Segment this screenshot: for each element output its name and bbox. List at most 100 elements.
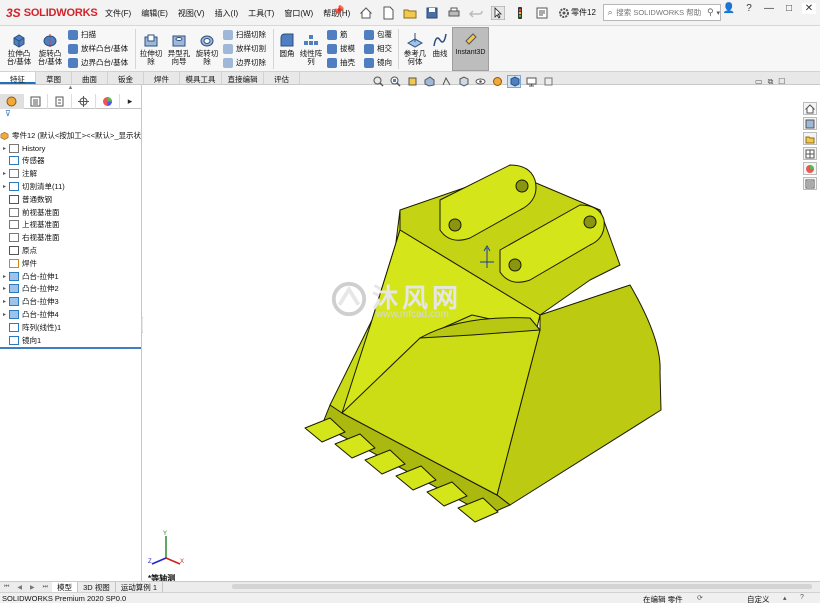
tab-features[interactable]: 特征 xyxy=(0,72,36,84)
more-tabs-icon[interactable]: ▸ xyxy=(120,94,140,109)
select-button[interactable] xyxy=(488,4,508,22)
custom-properties-tab[interactable] xyxy=(803,177,817,190)
minimize-button[interactable]: — xyxy=(762,3,776,14)
graphics-area[interactable] xyxy=(143,85,802,581)
tree-root-part[interactable]: 零件12 (默认<按加工><<默认>_显示状 xyxy=(0,129,141,142)
undo-button[interactable] xyxy=(466,4,486,22)
rib-button[interactable]: 筋 xyxy=(327,29,348,40)
edit-appearance-button[interactable] xyxy=(490,75,504,88)
horizontal-scrollbar[interactable] xyxy=(232,584,812,589)
help-status-icon[interactable]: ? xyxy=(800,594,804,601)
display-manager-tab[interactable] xyxy=(96,94,120,109)
loft-boss-button[interactable]: 放样凸台/基体 xyxy=(68,43,128,54)
property-manager-tab[interactable] xyxy=(24,94,48,109)
viewport-restore-button[interactable]: ⧉ xyxy=(768,77,774,87)
configuration-manager-tab[interactable] xyxy=(48,94,72,109)
boundary-cut-button[interactable]: 边界切除 xyxy=(223,57,266,68)
view-settings-button[interactable] xyxy=(541,75,555,88)
hide-show-items-button[interactable] xyxy=(473,75,487,88)
expand-arrow-icon[interactable]: ▸ xyxy=(0,145,9,152)
section-view-button[interactable] xyxy=(422,75,436,88)
menu-file[interactable]: 文件(F) xyxy=(100,7,136,20)
viewport-minimize-button[interactable]: ▭ xyxy=(755,77,763,87)
help-icon[interactable]: ? xyxy=(742,3,756,14)
new-document-button[interactable] xyxy=(378,4,398,22)
user-icon[interactable]: 👤 xyxy=(722,3,736,14)
revolve-cut-button[interactable]: 旋转切 除 xyxy=(193,32,221,66)
curves-button[interactable]: 曲线 xyxy=(429,32,451,58)
file-explorer-tab[interactable] xyxy=(803,132,817,145)
panel-collapse-icon[interactable]: ▲ xyxy=(0,85,141,94)
maximize-button[interactable]: □ xyxy=(782,3,796,14)
tab-surfaces[interactable]: 曲面 xyxy=(72,72,108,84)
tab-weldments[interactable]: 焊件 xyxy=(144,72,180,84)
tree-item[interactable]: ▸ 凸台-拉伸2 xyxy=(0,283,141,296)
tree-item[interactable]: 传感器 xyxy=(0,155,141,168)
expand-arrow-icon[interactable]: ▸ xyxy=(0,170,9,177)
wrap-button[interactable]: 包覆 xyxy=(364,29,392,40)
tree-item[interactable]: ▸ 凸台-拉伸4 xyxy=(0,308,141,321)
pin-menu-icon[interactable]: 📌 xyxy=(332,6,344,17)
tree-item[interactable]: 上视基准面 xyxy=(0,219,141,232)
design-library-tab[interactable] xyxy=(803,117,817,130)
boundary-boss-button[interactable]: 边界凸台/基体 xyxy=(68,57,128,68)
instant3d-button[interactable]: Instant3D xyxy=(452,27,489,71)
tab-sketch[interactable]: 草图 xyxy=(36,72,72,84)
menu-window[interactable]: 窗口(W) xyxy=(279,7,318,20)
search-scope-icon[interactable]: ⌕ xyxy=(604,7,616,18)
search-icon[interactable]: ⚲ xyxy=(704,7,716,18)
mirror-button[interactable]: 镜向 xyxy=(364,57,392,68)
tree-item[interactable]: 右视基准面 xyxy=(0,231,141,244)
dimxpert-manager-tab[interactable] xyxy=(72,94,96,109)
solidworks-logo[interactable]: 3S SOLIDWORKS xyxy=(6,5,98,21)
appearances-tab[interactable] xyxy=(803,162,817,175)
tab-mold-tools[interactable]: 模具工具 xyxy=(180,72,222,84)
zoom-to-area-button[interactable] xyxy=(388,75,402,88)
reference-geometry-button[interactable]: 参考几 何体 xyxy=(401,32,429,66)
rebuild-status-icon[interactable]: ⟳ xyxy=(697,594,703,602)
tree-item[interactable]: 阵列(线性)1 xyxy=(0,321,141,334)
expand-arrow-icon[interactable]: ▸ xyxy=(0,311,9,318)
expand-arrow-icon[interactable]: ▸ xyxy=(0,285,9,292)
menu-view[interactable]: 视图(V) xyxy=(173,7,210,20)
unit-dropdown-icon[interactable]: ▴ xyxy=(783,594,787,602)
menu-insert[interactable]: 插入(I) xyxy=(210,7,244,20)
tab-nav-next-icon[interactable]: ▶ xyxy=(26,584,39,591)
sweep-button[interactable]: 扫描 xyxy=(68,29,96,40)
tab-direct-editing[interactable]: 直接编辑 xyxy=(222,72,264,84)
tab-model[interactable]: 模型 xyxy=(52,581,79,593)
draft-button[interactable]: 拔模 xyxy=(327,43,355,54)
extrude-cut-button[interactable]: 拉伸切 除 xyxy=(137,32,165,66)
rebuild-button[interactable] xyxy=(510,4,530,22)
print-button[interactable] xyxy=(444,4,464,22)
tab-3d-views[interactable]: 3D 视图 xyxy=(78,581,116,593)
tree-item[interactable]: ▸ 凸台-拉伸3 xyxy=(0,295,141,308)
linear-pattern-button[interactable]: 线性阵 列 xyxy=(298,32,324,66)
tree-item[interactable]: 焊件 xyxy=(0,257,141,270)
zoom-to-fit-button[interactable] xyxy=(371,75,385,88)
intersect-button[interactable]: 相交 xyxy=(364,43,392,54)
previous-view-button[interactable] xyxy=(405,75,419,88)
chevron-down-icon[interactable]: ▾ xyxy=(716,9,720,17)
file-properties-button[interactable] xyxy=(532,4,552,22)
tree-item[interactable]: ▸ 凸台-拉伸1 xyxy=(0,270,141,283)
tree-item[interactable]: 前视基准面 xyxy=(0,206,141,219)
tab-sheet-metal[interactable]: 钣金 xyxy=(108,72,144,84)
filter-icon[interactable]: ⊽ xyxy=(0,109,141,119)
shell-button[interactable]: 抽壳 xyxy=(327,57,355,68)
revolve-boss-button[interactable]: 旋转凸 台/基体 xyxy=(34,32,66,66)
feature-manager-tab[interactable] xyxy=(0,94,24,109)
viewport-maximize-button[interactable]: ☐ xyxy=(778,77,785,87)
expand-arrow-icon[interactable]: ▸ xyxy=(0,183,9,190)
hole-wizard-button[interactable]: 异型孔 向导 xyxy=(165,32,193,66)
display-style-button[interactable] xyxy=(507,75,521,88)
apply-scene-button[interactable] xyxy=(524,75,538,88)
save-button[interactable] xyxy=(422,4,442,22)
expand-arrow-icon[interactable]: ▸ xyxy=(0,298,9,305)
expand-arrow-icon[interactable]: ▸ xyxy=(0,273,9,280)
fillet-button[interactable]: 圆角 xyxy=(276,32,298,58)
view-palette-tab[interactable] xyxy=(803,147,817,160)
view-orientation-button[interactable] xyxy=(456,75,470,88)
tab-motion-study[interactable]: 运动算例 1 xyxy=(116,581,163,593)
tab-nav-prev-icon[interactable]: ◀ xyxy=(13,584,26,591)
